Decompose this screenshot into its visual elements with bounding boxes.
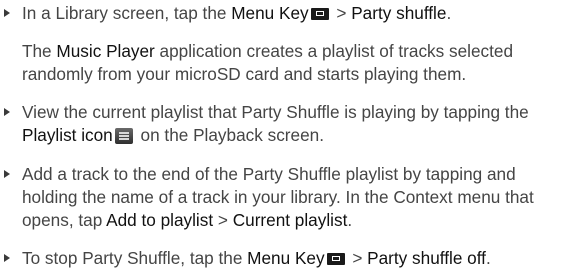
instructions-page: In a Library screen, tap the Menu Key > … [0,0,588,272]
note-music-player: The Music Player application creates a p… [0,40,588,86]
step-view-playlist: View the current playlist that Party Shu… [0,101,588,147]
add-to-playlist-label: Add to playlist [106,210,214,230]
current-playlist-label: Current playlist [232,210,348,230]
bullet-arrow-icon [4,101,12,124]
playlist-icon [114,128,133,144]
music-player-label: Music Player [56,41,155,61]
step-line: holding the name of a track in your libr… [22,187,534,207]
separator-text: > [331,3,352,23]
step-line: Add a track to the end of the Party Shuf… [22,164,516,184]
step-line: Playlist icon on the Playback screen. [22,124,588,147]
note-line: The Music Player application creates a p… [22,40,588,63]
playlist-icon-label: Playlist icon [22,125,113,145]
step-line: View the current playlist that Party Shu… [22,102,529,122]
bullet-arrow-icon [4,2,12,25]
menu-key-label: Menu Key [247,248,325,268]
party-shuffle-label: Party shuffle [351,3,447,23]
menu-key-label: Menu Key [231,3,309,23]
menu-key-icon [326,253,345,265]
note-text: The [22,41,57,61]
step-line: To stop Party Shuffle, tap the Menu Key … [22,247,588,270]
menu-key-icon [310,8,329,20]
step-text: opens, tap [22,210,107,230]
bullet-arrow-icon [4,163,12,186]
note-text: application creates a playlist of tracks… [154,41,514,61]
separator-text: > [347,248,368,268]
bullet-arrow-icon [4,247,12,270]
step-text: In a Library screen, tap the [22,3,232,23]
period-text: . [347,210,353,230]
step-add-track: Add a track to the end of the Party Shuf… [0,163,588,232]
step-party-shuffle-off: To stop Party Shuffle, tap the Menu Key … [0,247,588,270]
step-party-shuffle-on: In a Library screen, tap the Menu Key > … [0,2,588,25]
separator-text: > [213,210,233,230]
step-line: In a Library screen, tap the Menu Key > … [22,2,588,25]
note-line: randomly from your microSD card and star… [22,64,467,84]
step-line: opens, tap Add to playlist > Current pla… [22,209,588,232]
period-text: . [485,248,491,268]
period-text: . [446,3,452,23]
step-text: on the Playback screen. [135,125,324,145]
party-shuffle-off-label: Party shuffle off [367,248,486,268]
step-text: To stop Party Shuffle, tap the [22,248,248,268]
